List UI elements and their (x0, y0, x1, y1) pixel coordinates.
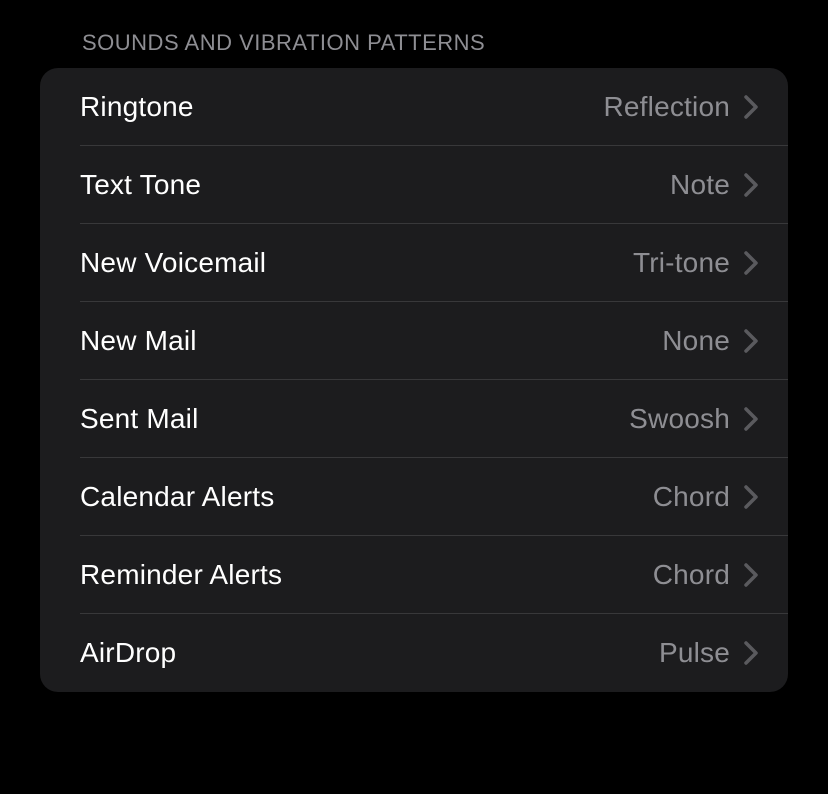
row-label: Calendar Alerts (80, 481, 274, 513)
row-value: Swoosh (629, 403, 730, 435)
row-right: Chord (653, 559, 758, 591)
row-label: New Voicemail (80, 247, 266, 279)
chevron-right-icon (744, 407, 758, 431)
row-right: Reflection (603, 91, 758, 123)
row-value: Pulse (659, 637, 730, 669)
row-text-tone[interactable]: Text Tone Note (40, 146, 788, 224)
row-right: Swoosh (629, 403, 758, 435)
row-value: Chord (653, 481, 730, 513)
row-sent-mail[interactable]: Sent Mail Swoosh (40, 380, 788, 458)
row-label: Ringtone (80, 91, 194, 123)
settings-list: Ringtone Reflection Text Tone Note New V… (40, 68, 788, 692)
row-label: Reminder Alerts (80, 559, 282, 591)
row-ringtone[interactable]: Ringtone Reflection (40, 68, 788, 146)
row-label: New Mail (80, 325, 197, 357)
row-calendar-alerts[interactable]: Calendar Alerts Chord (40, 458, 788, 536)
row-value: Reflection (603, 91, 730, 123)
chevron-right-icon (744, 173, 758, 197)
row-right: Tri-tone (633, 247, 758, 279)
chevron-right-icon (744, 641, 758, 665)
row-right: None (662, 325, 758, 357)
chevron-right-icon (744, 95, 758, 119)
section-header: SOUNDS AND VIBRATION PATTERNS (0, 0, 828, 68)
row-reminder-alerts[interactable]: Reminder Alerts Chord (40, 536, 788, 614)
row-label: AirDrop (80, 637, 176, 669)
row-new-voicemail[interactable]: New Voicemail Tri-tone (40, 224, 788, 302)
row-label: Text Tone (80, 169, 201, 201)
row-value: Chord (653, 559, 730, 591)
chevron-right-icon (744, 563, 758, 587)
chevron-right-icon (744, 485, 758, 509)
row-right: Note (670, 169, 758, 201)
row-value: Note (670, 169, 730, 201)
row-right: Chord (653, 481, 758, 513)
row-value: None (662, 325, 730, 357)
row-right: Pulse (659, 637, 758, 669)
row-label: Sent Mail (80, 403, 199, 435)
chevron-right-icon (744, 329, 758, 353)
chevron-right-icon (744, 251, 758, 275)
row-new-mail[interactable]: New Mail None (40, 302, 788, 380)
row-value: Tri-tone (633, 247, 730, 279)
row-airdrop[interactable]: AirDrop Pulse (40, 614, 788, 692)
